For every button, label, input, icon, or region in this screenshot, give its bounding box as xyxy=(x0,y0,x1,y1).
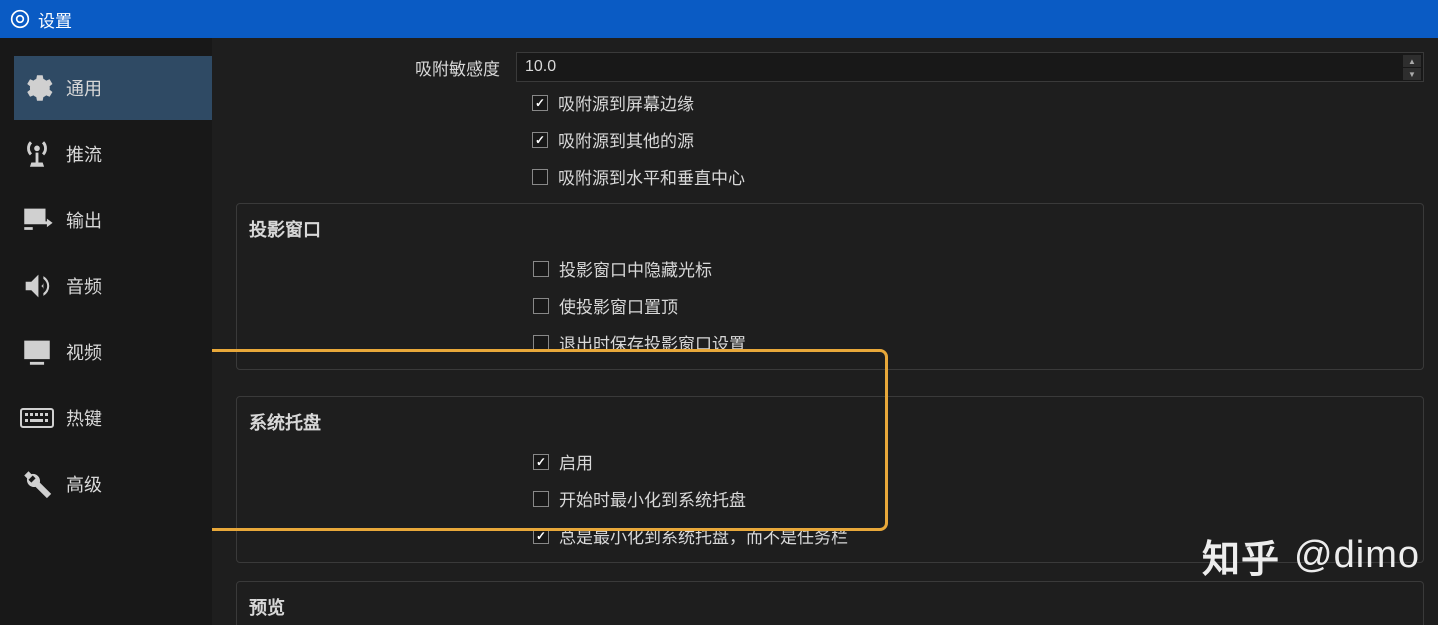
systray-group-title: 系统托盘 xyxy=(237,407,1423,449)
spin-up-icon[interactable]: ▲ xyxy=(1403,55,1421,67)
checkbox-icon xyxy=(533,261,549,277)
title-bar: 设置 xyxy=(0,0,1438,38)
projector-hide-cursor-checkbox[interactable]: 投影窗口中隐藏光标 xyxy=(533,256,1423,281)
spin-down-icon[interactable]: ▼ xyxy=(1403,68,1421,80)
systray-enable-checkbox[interactable]: 启用 xyxy=(533,449,1423,474)
sidebar-item-hotkeys[interactable]: 热键 xyxy=(14,386,212,450)
watermark: 知乎 @dimo xyxy=(1202,528,1420,583)
projector-group-title: 投影窗口 xyxy=(237,214,1423,256)
monitor-arrow-icon xyxy=(20,203,66,237)
systray-start-minimized-checkbox[interactable]: 开始时最小化到系统托盘 xyxy=(533,486,1423,511)
sidebar-item-label: 推流 xyxy=(66,141,102,167)
antenna-icon xyxy=(20,137,66,171)
checkbox-icon xyxy=(533,454,549,470)
window-title: 设置 xyxy=(38,7,72,32)
sidebar-item-advanced[interactable]: 高级 xyxy=(14,452,212,516)
sidebar-item-label: 输出 xyxy=(66,207,102,233)
zhihu-logo-text: 知乎 xyxy=(1202,528,1280,583)
gear-icon xyxy=(20,71,66,105)
snap-screen-edge-checkbox[interactable]: 吸附源到屏幕边缘 xyxy=(532,90,1424,115)
sidebar-item-label: 通用 xyxy=(66,75,102,101)
snap-sensitivity-input[interactable]: 10.0 ▲ ▼ xyxy=(516,52,1424,82)
checkbox-icon xyxy=(532,169,548,185)
checkbox-icon xyxy=(533,298,549,314)
speaker-icon xyxy=(20,269,66,303)
watermark-user: @dimo xyxy=(1294,534,1420,577)
checkbox-icon xyxy=(532,132,548,148)
sidebar-item-video[interactable]: 视频 xyxy=(14,320,212,384)
projector-always-top-checkbox[interactable]: 使投影窗口置顶 xyxy=(533,293,1423,318)
sidebar-item-output[interactable]: 输出 xyxy=(14,188,212,252)
sidebar-item-label: 高级 xyxy=(66,471,102,497)
sidebar-item-general[interactable]: 通用 xyxy=(14,56,212,120)
tools-icon xyxy=(20,467,66,501)
projector-group: 投影窗口 投影窗口中隐藏光标 使投影窗口置顶 退出时保存投影窗口设置 xyxy=(236,203,1424,370)
checkbox-icon xyxy=(532,95,548,111)
snap-center-checkbox[interactable]: 吸附源到水平和垂直中心 xyxy=(532,164,1424,189)
settings-sidebar: 通用 推流 输出 音频 视频 热键 高级 xyxy=(0,38,212,625)
sidebar-item-label: 音频 xyxy=(66,273,102,299)
monitor-icon xyxy=(20,335,66,369)
checkbox-icon xyxy=(533,335,549,351)
checkbox-icon xyxy=(533,491,549,507)
snap-sensitivity-label: 吸附敏感度 xyxy=(236,55,516,80)
preview-group: 预览 隐藏溢出 溢出始终可见 xyxy=(236,581,1424,625)
sidebar-item-audio[interactable]: 音频 xyxy=(14,254,212,318)
checkbox-icon xyxy=(533,528,549,544)
projector-save-exit-checkbox[interactable]: 退出时保存投影窗口设置 xyxy=(533,330,1423,355)
obs-logo-icon xyxy=(10,9,30,29)
sidebar-item-stream[interactable]: 推流 xyxy=(14,122,212,186)
preview-group-title: 预览 xyxy=(237,592,1423,625)
sidebar-item-label: 热键 xyxy=(66,405,102,431)
keyboard-icon xyxy=(20,406,66,430)
snap-other-source-checkbox[interactable]: 吸附源到其他的源 xyxy=(532,127,1424,152)
sidebar-item-label: 视频 xyxy=(66,339,102,365)
